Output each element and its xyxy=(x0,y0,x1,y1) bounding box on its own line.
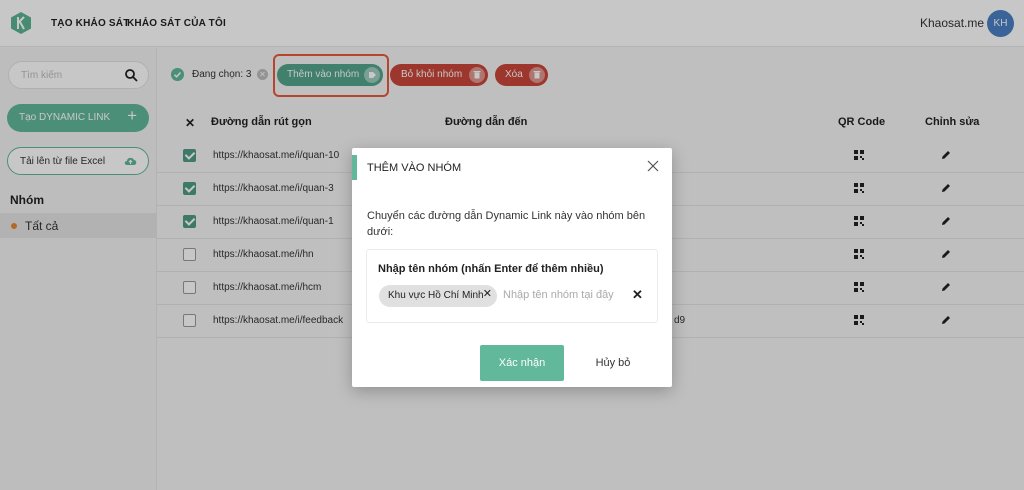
dialog-title: THÊM VÀO NHÓM xyxy=(367,162,462,174)
group-input-label: Nhập tên nhóm (nhấn Enter để thêm nhiều) xyxy=(378,263,604,275)
add-to-group-dialog: THÊM VÀO NHÓM Chuyển các đường dẫn Dynam… xyxy=(352,148,672,387)
dialog-accent-bar xyxy=(352,155,357,180)
group-input-panel: Nhập tên nhóm (nhấn Enter để thêm nhiều)… xyxy=(366,249,658,323)
group-tag-label: Khu vực Hồ Chí Minh xyxy=(388,290,484,301)
cancel-button[interactable]: Hủy bỏ xyxy=(588,345,638,381)
group-tag: Khu vực Hồ Chí Minh ✕ xyxy=(379,285,497,307)
confirm-button[interactable]: Xác nhận xyxy=(480,345,564,381)
group-name-input[interactable]: Nhập tên nhóm tại đây xyxy=(503,289,614,301)
clear-tags-icon[interactable]: ✕ xyxy=(632,287,643,303)
tag-remove-icon[interactable]: ✕ xyxy=(483,289,492,300)
close-icon[interactable] xyxy=(646,159,660,173)
dialog-description: Chuyển các đường dẫn Dynamic Link này và… xyxy=(367,210,646,238)
